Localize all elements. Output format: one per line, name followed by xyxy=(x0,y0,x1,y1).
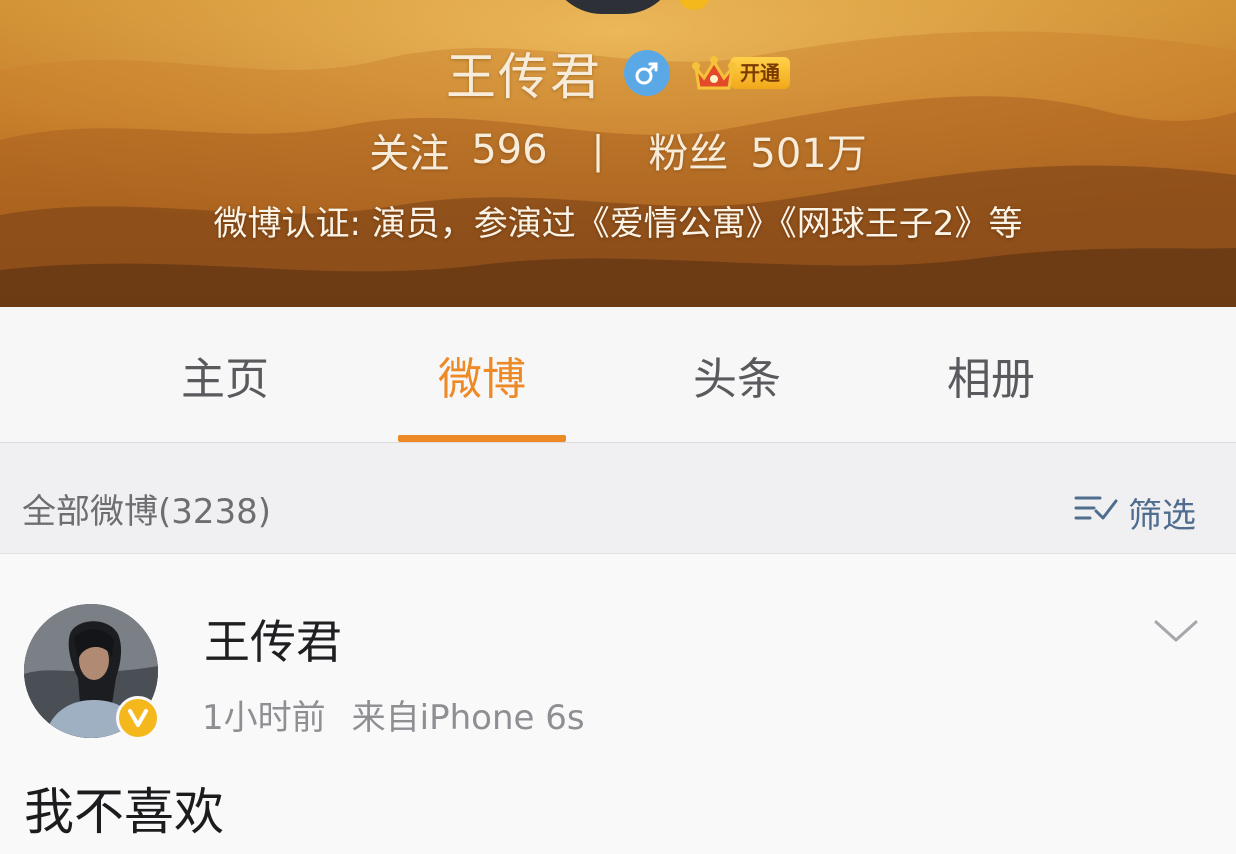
profile-name-row: 王传君 开通 xyxy=(0,38,1236,108)
followers-stat[interactable]: 粉丝 501万 xyxy=(648,121,866,179)
post-text: 我不喜欢 xyxy=(24,783,224,841)
following-stat[interactable]: 关注 596 xyxy=(369,121,547,179)
weibo-post[interactable]: 王传君 1小时前 来自iPhone 6s 我不喜欢 xyxy=(0,554,1236,854)
filter-button[interactable]: 筛选 xyxy=(1074,443,1196,553)
tab-album[interactable]: 相册 xyxy=(906,307,1076,442)
filter-bar: 全部微博(3238) 筛选 xyxy=(0,443,1236,554)
followers-count: 501万 xyxy=(750,131,867,177)
tab-weibo[interactable]: 微博 xyxy=(397,307,567,442)
verification-text: 微博认证: 演员，参演过《爱情公寓》《网球王子2》等 xyxy=(213,204,1023,244)
tab-headlines[interactable]: 头条 xyxy=(652,307,822,442)
profile-tabs: 主页 微博 头条 相册 xyxy=(0,307,1236,443)
all-weibo-count: 全部微博(3238) xyxy=(22,492,272,532)
following-count: 596 xyxy=(471,127,548,173)
filter-icon xyxy=(1074,492,1118,532)
post-source: 来自iPhone 6s xyxy=(351,698,585,738)
vip-open-button[interactable]: 开通 xyxy=(692,54,790,92)
male-gender-icon xyxy=(624,50,670,96)
filter-label: 筛选 xyxy=(1128,495,1196,536)
profile-name: 王传君 xyxy=(446,48,602,106)
followers-label: 粉丝 xyxy=(648,131,729,177)
stats-divider: | xyxy=(591,128,605,172)
chevron-down-icon[interactable] xyxy=(1152,614,1200,650)
vip-open-label: 开通 xyxy=(730,57,790,89)
following-label: 关注 xyxy=(369,131,450,177)
verified-v-icon xyxy=(116,696,160,740)
profile-stats: 关注 596 | 粉丝 501万 xyxy=(0,120,1236,180)
tab-home[interactable]: 主页 xyxy=(140,307,310,442)
post-time: 1小时前 xyxy=(202,698,326,738)
post-author-name[interactable]: 王传君 xyxy=(204,606,342,672)
vip-crown-icon xyxy=(692,54,736,92)
profile-banner: 王传君 开通 关注 596 | 粉丝 501万 微博认证: 演员，参演过《爱情公… xyxy=(0,0,1236,307)
active-tab-indicator xyxy=(398,435,566,442)
post-meta: 1小时前 来自iPhone 6s xyxy=(202,690,585,739)
